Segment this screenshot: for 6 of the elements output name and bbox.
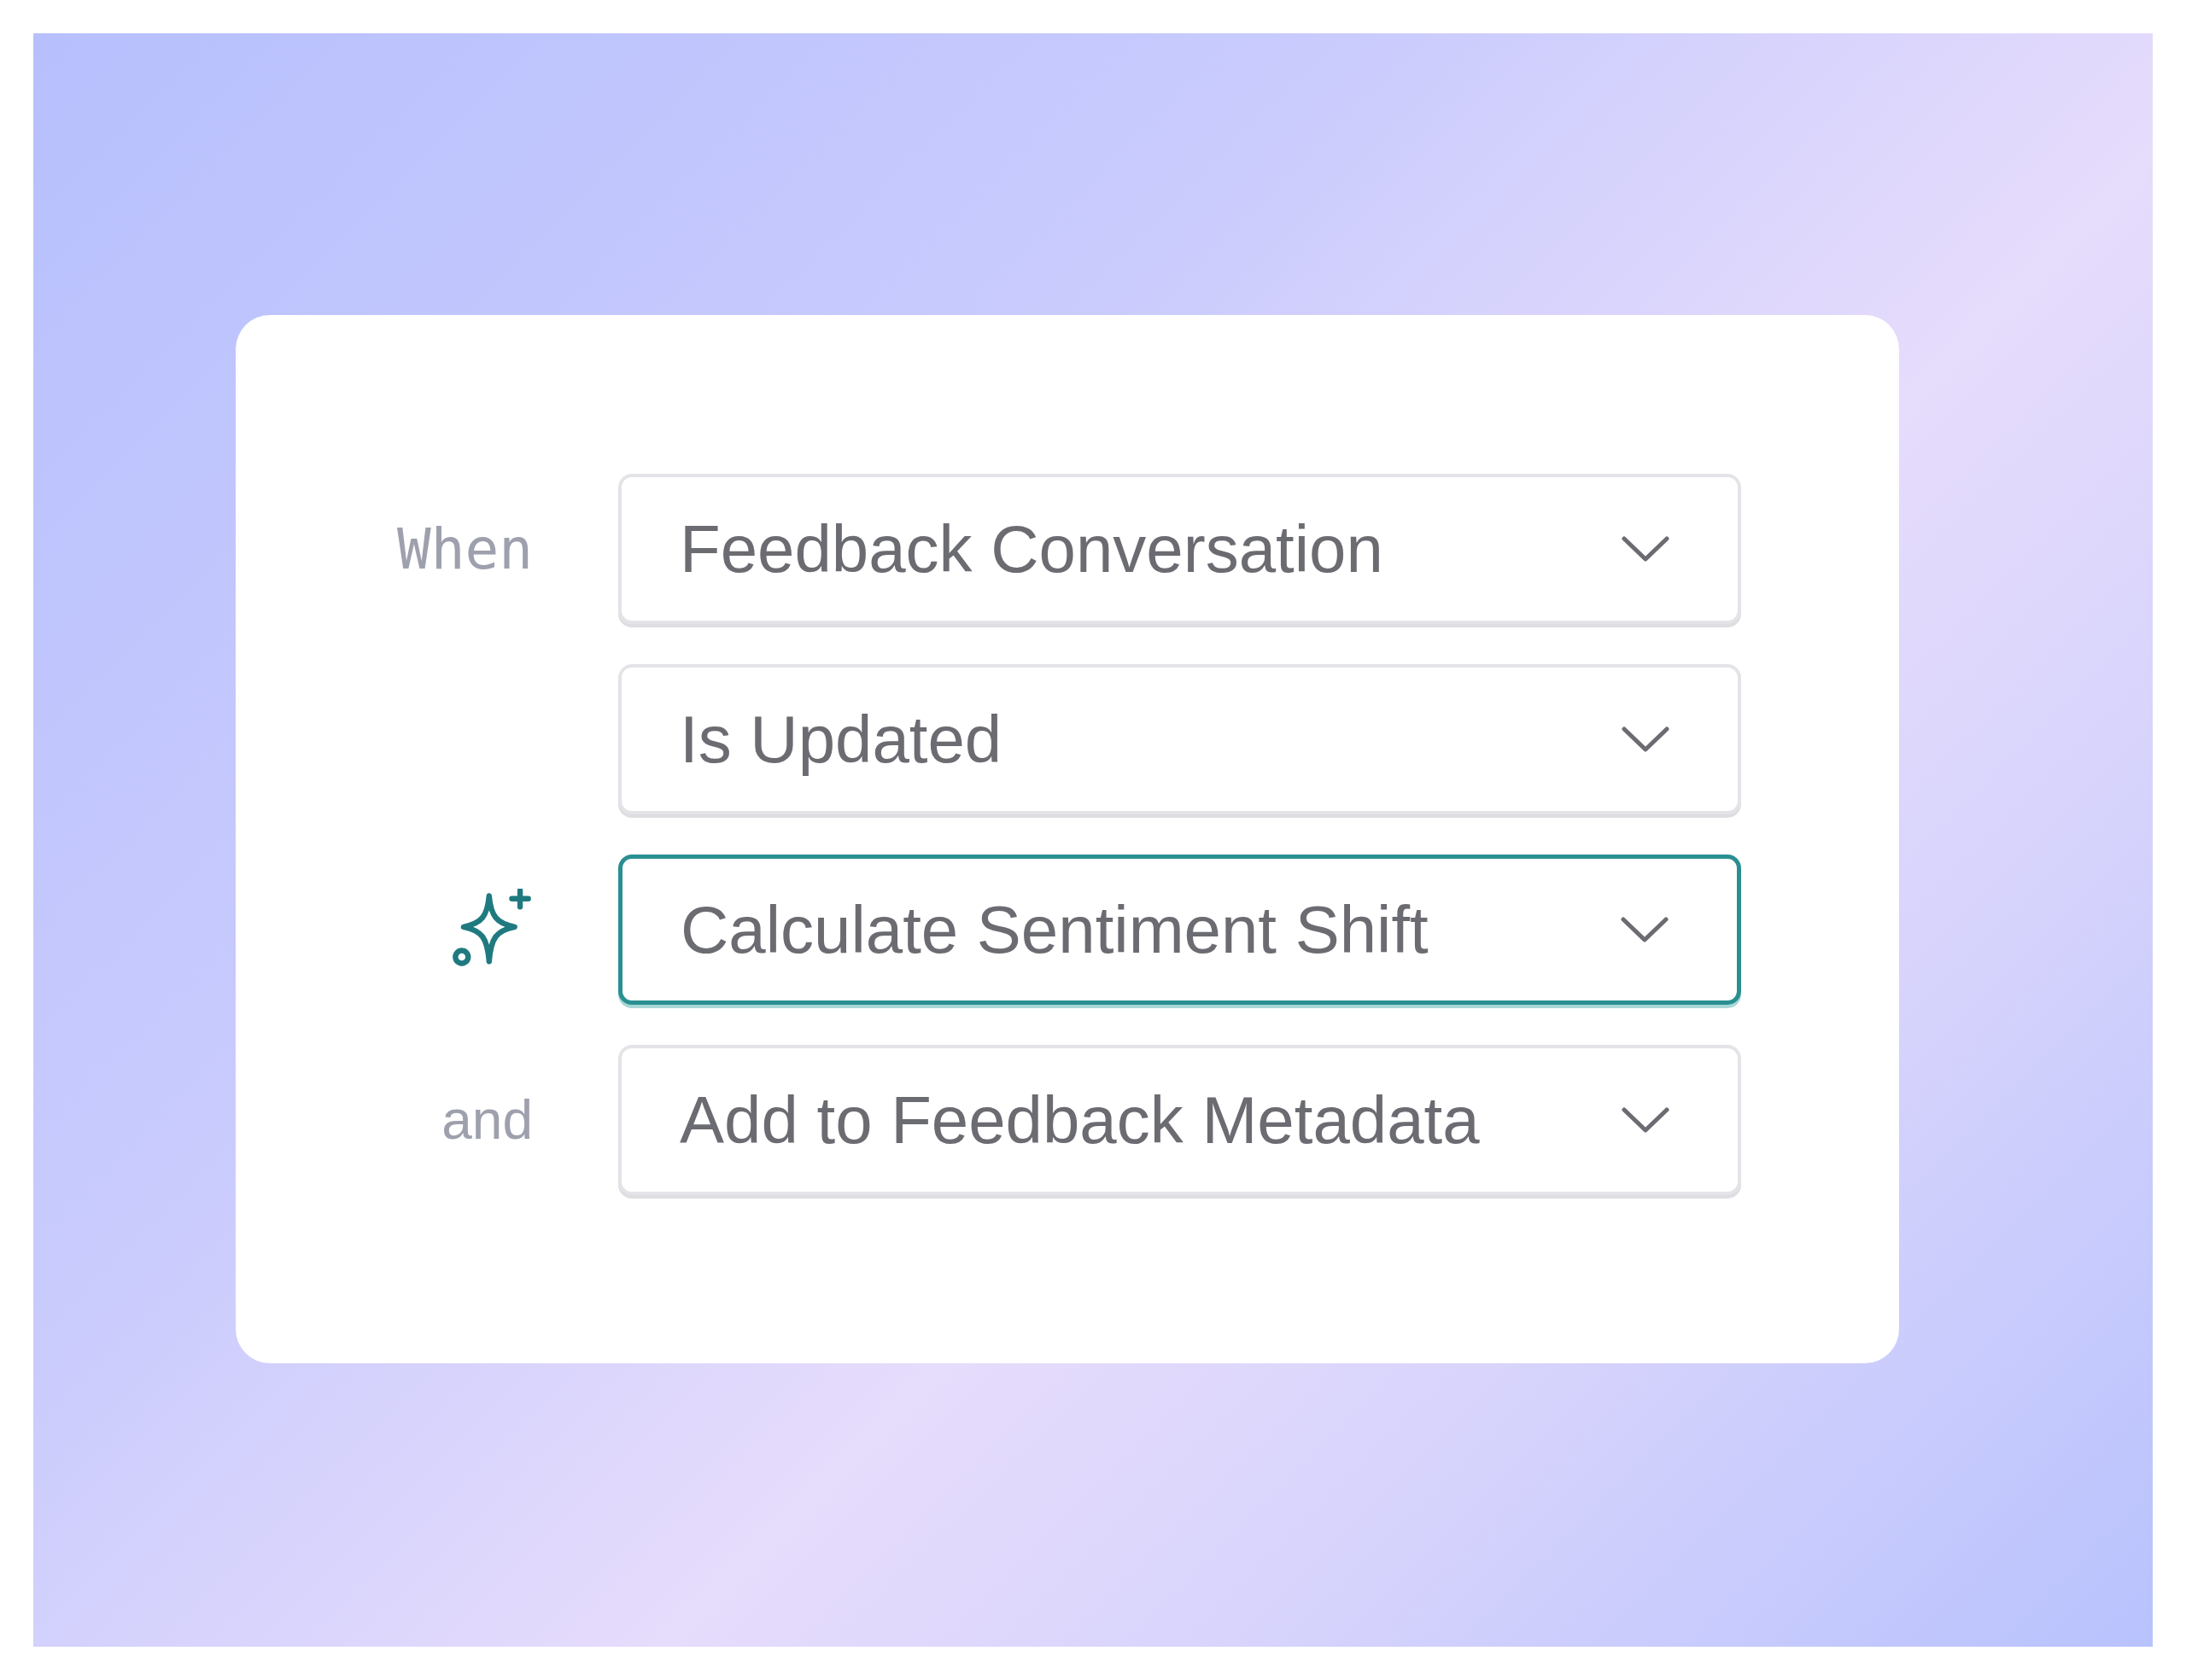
chevron-down-icon	[1622, 536, 1669, 562]
chevron-down-icon	[1622, 1107, 1669, 1133]
chevron-down-icon	[1622, 726, 1669, 752]
row-label: When	[397, 515, 533, 584]
chevron-down-icon	[1621, 917, 1669, 942]
row-label: and	[441, 1088, 533, 1152]
